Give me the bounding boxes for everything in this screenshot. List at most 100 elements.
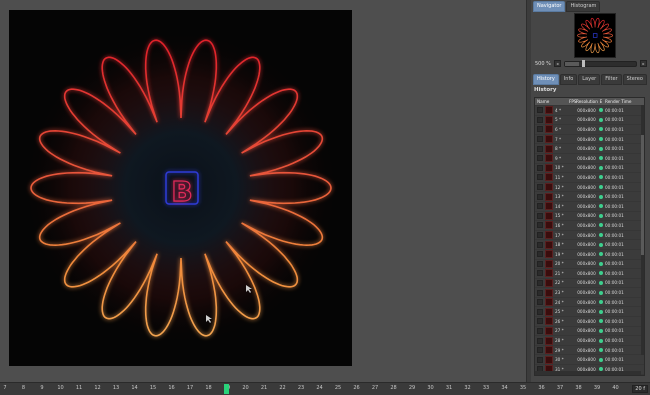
tab-navigator[interactable]: Navigator — [533, 1, 565, 12]
table-row[interactable]: 12 *000x80000:00:01 — [535, 183, 644, 193]
navigator-thumbnail[interactable] — [574, 13, 616, 58]
visibility-toggle-icon[interactable] — [537, 318, 543, 324]
table-row[interactable]: 23 *000x80000:00:01 — [535, 288, 644, 298]
row-status — [597, 223, 605, 227]
row-name: 20 * — [555, 261, 564, 266]
row-resolution: 000x800 — [576, 348, 597, 353]
timeline[interactable]: 7891011121314151617181920212223242526272… — [0, 382, 650, 395]
visibility-toggle-icon[interactable] — [537, 299, 543, 305]
visibility-toggle-icon[interactable] — [537, 194, 543, 200]
visibility-toggle-icon[interactable] — [537, 251, 543, 257]
table-row[interactable]: 24 *000x80000:00:01 — [535, 298, 644, 308]
table-row[interactable]: 28 *000x80000:00:01 — [535, 336, 644, 346]
row-status — [597, 358, 605, 362]
table-row[interactable]: 7 *000x80000:00:01 — [535, 135, 644, 145]
table-row[interactable]: 9 *000x80000:00:01 — [535, 154, 644, 164]
history-scrollbar[interactable] — [641, 105, 644, 355]
table-row[interactable]: 16 *000x80000:00:01 — [535, 221, 644, 231]
visibility-toggle-icon[interactable] — [537, 213, 543, 219]
fps-field[interactable]: 20 f — [632, 385, 648, 393]
tab-info[interactable]: Info — [560, 74, 577, 85]
visibility-toggle-icon[interactable] — [537, 107, 543, 113]
table-row[interactable]: 6 *000x80000:00:01 — [535, 125, 644, 135]
visibility-toggle-icon[interactable] — [537, 328, 543, 334]
table-row[interactable]: 30 *000x80000:00:01 — [535, 355, 644, 365]
status-dot-icon — [599, 166, 603, 170]
row-resolution: 000x800 — [576, 309, 597, 314]
table-row[interactable]: 29 *000x80000:00:01 — [535, 346, 644, 356]
column-header-resolution[interactable]: Resolution — [576, 99, 597, 104]
row-name: 8 * — [555, 146, 561, 151]
zoom-slider[interactable] — [564, 61, 637, 67]
status-dot-icon — [599, 156, 603, 160]
visibility-toggle-icon[interactable] — [537, 222, 543, 228]
row-name: 5 * — [555, 117, 561, 122]
column-header-render-time[interactable]: Render Time — [605, 99, 643, 104]
table-row[interactable]: 14 *000x80000:00:01 — [535, 202, 644, 212]
render-image[interactable]: B — [9, 10, 352, 366]
visibility-toggle-icon[interactable] — [537, 203, 543, 209]
column-header-e[interactable]: E — [597, 99, 605, 104]
table-row[interactable]: 5 *000x80000:00:01 — [535, 116, 644, 126]
table-row[interactable]: 11 *000x80000:00:01 — [535, 173, 644, 183]
row-render-time: 00:00:01 — [605, 175, 643, 180]
visibility-toggle-icon[interactable] — [537, 126, 543, 132]
tab-stereo[interactable]: Stereo — [623, 74, 647, 85]
tab-histogram[interactable]: Histogram — [566, 1, 600, 12]
visibility-toggle-icon[interactable] — [537, 347, 543, 353]
visibility-toggle-icon[interactable] — [537, 261, 543, 267]
visibility-toggle-icon[interactable] — [537, 280, 543, 286]
visibility-toggle-icon[interactable] — [537, 174, 543, 180]
visibility-toggle-icon[interactable] — [537, 290, 543, 296]
table-row[interactable]: 19 *000x80000:00:01 — [535, 250, 644, 260]
status-dot-icon — [599, 118, 603, 122]
row-name-cell: 5 * — [535, 116, 569, 124]
table-row[interactable]: 25 *000x80000:00:01 — [535, 307, 644, 317]
table-row[interactable]: 21 *000x80000:00:01 — [535, 269, 644, 279]
visibility-toggle-icon[interactable] — [537, 232, 543, 238]
zoom-slider-handle[interactable] — [582, 60, 585, 67]
visibility-toggle-icon[interactable] — [537, 184, 543, 190]
table-row[interactable]: 27 *000x80000:00:01 — [535, 327, 644, 337]
visibility-toggle-icon[interactable] — [537, 338, 543, 344]
tab-history[interactable]: History — [533, 74, 559, 85]
visibility-toggle-icon[interactable] — [537, 242, 543, 248]
visibility-toggle-icon[interactable] — [537, 270, 543, 276]
visibility-toggle-icon[interactable] — [537, 117, 543, 123]
row-name-cell: 10 * — [535, 164, 569, 172]
history-scrollbar-thumb[interactable] — [641, 135, 644, 255]
zoom-in-icon[interactable]: ▸ — [640, 60, 647, 67]
visibility-toggle-icon[interactable] — [537, 136, 543, 142]
timeline-tick-label: 33 — [483, 385, 489, 391]
table-row[interactable]: 26 *000x80000:00:01 — [535, 317, 644, 327]
visibility-toggle-icon[interactable] — [537, 165, 543, 171]
row-name-cell: 15 * — [535, 212, 569, 220]
table-row[interactable]: 13 *000x80000:00:01 — [535, 192, 644, 202]
table-row[interactable]: 15 *000x80000:00:01 — [535, 212, 644, 222]
table-row[interactable]: 20 *000x80000:00:01 — [535, 260, 644, 270]
render-thumbnail-icon — [545, 356, 553, 364]
table-row[interactable]: 4 *000x80000:00:01 — [535, 106, 644, 116]
timeline-tick-label: 30 — [427, 385, 433, 391]
row-name-cell: 4 * — [535, 106, 569, 114]
zoom-out-icon[interactable]: ◂ — [554, 60, 561, 67]
table-row[interactable]: 18 *000x80000:00:01 — [535, 240, 644, 250]
timeline-playhead[interactable] — [224, 384, 229, 394]
table-row[interactable]: 10 *000x80000:00:01 — [535, 164, 644, 174]
visibility-toggle-icon[interactable] — [537, 357, 543, 363]
history-horizontal-scrollbar[interactable] — [535, 371, 641, 375]
render-viewport[interactable]: B — [0, 0, 526, 382]
table-row[interactable]: 17 *000x80000:00:01 — [535, 231, 644, 241]
visibility-toggle-icon[interactable] — [537, 155, 543, 161]
tab-layer[interactable]: Layer — [578, 74, 600, 85]
row-resolution: 000x800 — [576, 204, 597, 209]
visibility-toggle-icon[interactable] — [537, 146, 543, 152]
column-header-name[interactable]: Name — [535, 99, 569, 104]
tab-filter[interactable]: Filter — [601, 74, 621, 85]
table-row[interactable]: 22 *000x80000:00:01 — [535, 279, 644, 289]
table-row[interactable]: 8 *000x80000:00:01 — [535, 144, 644, 154]
row-name: 14 * — [555, 204, 564, 209]
visibility-toggle-icon[interactable] — [537, 309, 543, 315]
render-thumbnail-icon — [545, 116, 553, 124]
column-header-fps[interactable]: FPS — [569, 99, 576, 104]
